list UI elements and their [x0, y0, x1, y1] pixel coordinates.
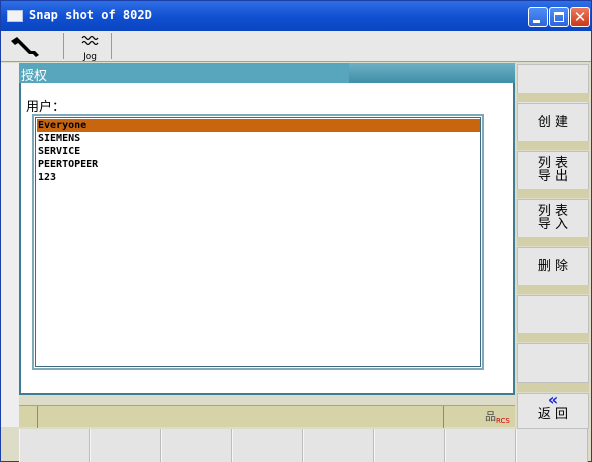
softkey-label	[518, 65, 588, 77]
softkey-bottom-8[interactable]	[516, 429, 588, 462]
softkey-bottom-7[interactable]	[445, 429, 516, 462]
wrench-icon	[11, 37, 39, 57]
back-chevron-icon: «	[547, 390, 559, 409]
user-list-item[interactable]: PEERTOPEER	[37, 158, 480, 171]
softkey-label: 删 除	[537, 259, 569, 274]
softkey-spacer	[517, 93, 589, 102]
softkey-delete[interactable]: 删 除	[517, 247, 589, 287]
softkey-label	[518, 344, 588, 356]
user-list-item[interactable]: SERVICE	[37, 145, 480, 158]
softkey-label: 列 表 导 入	[537, 204, 569, 232]
softkey-bottom-2[interactable]	[90, 429, 161, 462]
user-list-item[interactable]: SIEMENS	[37, 132, 480, 145]
jog-label: Jog	[83, 52, 97, 62]
toolbar-separator	[63, 33, 64, 59]
window-icon	[7, 10, 23, 22]
maximize-icon	[554, 12, 564, 22]
rcs-status-icon: 品RCS	[485, 410, 510, 426]
softkey-bottom-5[interactable]	[303, 429, 374, 462]
status-divider	[443, 406, 444, 428]
toolbar: Jog	[1, 31, 591, 62]
jog-icon	[81, 35, 99, 46]
softkey-label: 创 建	[537, 115, 569, 130]
application-window: Snap shot of 802D ✕ Jog 授权 用户： Everyone S…	[0, 0, 592, 462]
softkey-spacer	[517, 333, 589, 342]
close-icon: ✕	[573, 8, 587, 26]
jog-button[interactable]: Jog	[71, 33, 109, 62]
left-margin	[1, 63, 19, 427]
user-list: Everyone SIEMENS SERVICE PEERTOPEER 123	[35, 117, 481, 367]
softkey-bottom-4[interactable]	[232, 429, 303, 462]
softkey-right-6[interactable]	[517, 295, 589, 335]
user-label: 用户：	[26, 100, 66, 115]
status-divider	[37, 406, 38, 428]
softkey-label: 列 表 导 出	[537, 156, 569, 184]
softkey-back[interactable]: «返 回	[517, 390, 589, 429]
title-bar[interactable]: Snap shot of 802D ✕	[1, 1, 591, 31]
softkey-spacer	[517, 237, 589, 246]
minimize-icon	[533, 20, 540, 23]
softkey-label	[518, 296, 588, 308]
user-list-item[interactable]: 123	[37, 171, 480, 184]
wrench-button[interactable]	[7, 33, 55, 59]
softkey-spacer	[517, 141, 589, 150]
maximize-button[interactable]	[549, 7, 569, 27]
softkey-spacer	[517, 285, 589, 294]
softkey-bottom-3[interactable]	[161, 429, 232, 462]
user-listbox[interactable]: Everyone SIEMENS SERVICE PEERTOPEER 123	[32, 114, 484, 370]
panel-header-bar	[19, 63, 349, 83]
softkey-bottom-6[interactable]	[374, 429, 445, 462]
softkey-list-import[interactable]: 列 表 导 入	[517, 199, 589, 239]
window-title: Snap shot of 802D	[29, 8, 152, 22]
softkey-label: 返 回	[537, 407, 569, 422]
softkey-spacer	[517, 189, 589, 198]
toolbar-separator	[111, 33, 112, 59]
minimize-button[interactable]	[528, 7, 548, 27]
close-button[interactable]: ✕	[570, 7, 590, 27]
panel-title: 授权	[21, 69, 48, 84]
softkey-create[interactable]: 创 建	[517, 103, 589, 143]
status-bar	[19, 405, 515, 428]
softkey-bottom-1[interactable]	[19, 429, 90, 462]
softkey-right-7[interactable]	[517, 343, 589, 383]
panel-header: 授权	[19, 63, 515, 84]
softkey-list-export[interactable]: 列 表 导 出	[517, 151, 589, 191]
user-list-item[interactable]: Everyone	[37, 119, 480, 132]
